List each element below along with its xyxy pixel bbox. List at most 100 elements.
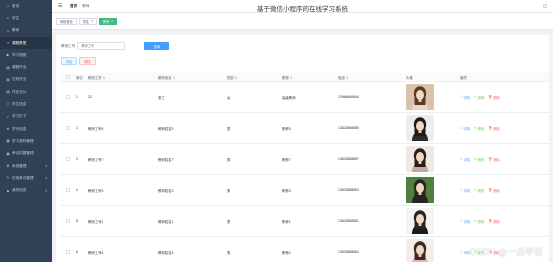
search-button[interactable]: 查询 <box>144 42 170 50</box>
doc-icon: ▤ <box>6 77 10 82</box>
sidebar-item[interactable]: ▤ 在线作业 <box>0 74 52 86</box>
delete-button-label: 删除 <box>493 188 500 193</box>
close-icon[interactable]: × <box>91 19 93 23</box>
teacher-table: 索引 教师工号⇅ 教师姓名⇅ 性别⇅ 职称⇅ 电话⇅ 头像 操作 1 22 张三女高… <box>60 73 549 262</box>
delete-button[interactable]: 🗑 删除 <box>488 157 499 162</box>
sidebar-item-label: 学习视频 <box>12 52 27 57</box>
column-header-no-label: 教师工号 <box>88 75 102 80</box>
sidebar-item[interactable]: ⚙ 系统管理 ▾ <box>0 160 52 172</box>
edit-button[interactable]: ✎ 修改 <box>474 157 484 162</box>
detail-button-label: 详情 <box>463 157 471 162</box>
cell-operations: ☐ 详情 ✎ 修改 🗑 删除 <box>458 188 549 193</box>
sidebar-item[interactable]: ▤ 作业评分 <box>0 86 52 98</box>
sidebar-item[interactable]: ⌂ 首页 <box>0 0 52 12</box>
sidebar-item[interactable]: ▶ 学习视频 <box>0 49 52 61</box>
sidebar-item[interactable]: ☻ 我的信息 ▾ <box>0 184 52 196</box>
detail-icon: ☐ <box>460 126 463 130</box>
select-all-cell <box>60 75 74 79</box>
edit-icon: ✎ <box>474 157 477 161</box>
sidebar-item[interactable]: ✓ 学习打卡 <box>0 111 52 123</box>
column-header-sex-label: 性别 <box>227 75 234 80</box>
exam-icon: ✎ <box>6 176 10 181</box>
chevron-down-icon: ▾ <box>45 164 47 168</box>
cell-teacher-name: 教师姓名3 <box>158 188 174 193</box>
row-checkbox[interactable] <box>66 219 70 223</box>
cell-avatar <box>404 177 458 203</box>
sidebar-item[interactable]: ⓘ 学生信息 <box>0 98 52 110</box>
delete-button-label: 删除 <box>493 95 500 100</box>
person-icon: ☻ <box>6 188 10 193</box>
export-button[interactable]: 导出 <box>61 57 78 65</box>
edit-button[interactable]: ✎ 修改 <box>474 95 484 100</box>
video-icon: ▶ <box>6 53 10 58</box>
delete-icon: 🗑 <box>488 95 493 99</box>
cell-operations: ☐ 详情 ✎ 修改 🗑 删除 <box>458 126 549 131</box>
sidebar-item-label: 学生信息 <box>12 102 27 107</box>
cell-index: 2 <box>76 126 78 130</box>
sidebar-item[interactable]: ▤ 课程作业 <box>0 61 52 73</box>
sort-icon[interactable]: ⇅ <box>103 76 106 80</box>
detail-button[interactable]: ☐ 详情 <box>460 157 470 162</box>
select-all-checkbox[interactable] <box>66 75 70 79</box>
detail-button[interactable]: ☐ 详情 <box>460 126 470 131</box>
detail-button-label: 详情 <box>463 126 471 131</box>
cell-avatar <box>404 146 458 172</box>
table-body: 1 22 张三女高级教师 13966666666 ☐ 详情 ✎ 修改 🗑 删除 2 教师工号5 教师姓名… <box>60 82 549 262</box>
edit-button-label: 修改 <box>477 219 485 224</box>
sidebar-item[interactable]: ✎ 在线考试管理 ▾ <box>0 172 52 184</box>
sidebar-item-label: 学习资料管理 <box>12 138 34 143</box>
column-header-sex[interactable]: 性别⇅ <box>225 75 280 80</box>
edit-button-label: 修改 <box>477 126 485 131</box>
user-icon: ☺ <box>6 28 10 33</box>
search-input[interactable] <box>77 42 126 50</box>
detail-button[interactable]: ☐ 详情 <box>460 188 470 193</box>
column-header-ops: 操作 <box>460 75 467 80</box>
tab-tag[interactable]: 教师 × <box>99 17 118 25</box>
delete-button[interactable]: 🗑 删除 <box>488 126 499 131</box>
delete-button-label: 删除 <box>493 219 500 224</box>
column-header-title-label: 职称 <box>282 75 289 80</box>
batch-delete-button[interactable]: 删除 <box>79 57 96 65</box>
cell-index: 4 <box>76 188 78 192</box>
detail-button[interactable]: ☐ 详情 <box>460 95 470 100</box>
delete-button[interactable]: 🗑 删除 <box>488 219 499 224</box>
row-checkbox[interactable] <box>66 157 70 161</box>
close-icon[interactable]: × <box>111 19 113 23</box>
edit-button[interactable]: ✎ 修改 <box>474 188 484 193</box>
tab-tag[interactable]: 学生 × <box>78 17 97 25</box>
row-checkbox[interactable] <box>66 95 70 99</box>
row-select-cell <box>60 157 74 161</box>
column-header-phone-label: 电话 <box>338 75 345 80</box>
tab-tag[interactable]: 系统首页 <box>56 17 77 25</box>
edit-button[interactable]: ✎ 修改 <box>474 126 484 131</box>
sidebar-item[interactable]: ▣ 学习资料管理 <box>0 135 52 147</box>
avatar <box>406 115 434 141</box>
avatar <box>406 177 434 203</box>
chevron-down-icon: ▾ <box>45 188 47 193</box>
sort-icon[interactable]: ⇅ <box>346 76 349 80</box>
delete-button[interactable]: 🗑 删除 <box>488 188 499 193</box>
sort-icon[interactable]: ⇅ <box>290 76 293 80</box>
delete-icon: 🗑 <box>488 157 493 161</box>
sidebar-item[interactable]: ☺ 教师 <box>0 25 52 37</box>
delete-button[interactable]: 🗑 删除 <box>488 95 499 100</box>
logout-icon[interactable]: ⏻ <box>543 4 547 10</box>
sort-icon[interactable]: ⇅ <box>235 76 238 80</box>
row-checkbox[interactable] <box>66 126 70 130</box>
row-checkbox[interactable] <box>66 188 70 192</box>
column-header-no[interactable]: 教师工号⇅ <box>86 75 156 80</box>
column-header-title[interactable]: 职称⇅ <box>280 75 336 80</box>
sort-icon[interactable]: ⇅ <box>173 76 176 80</box>
column-header-phone[interactable]: 电话⇅ <box>336 75 404 80</box>
detail-button[interactable]: ☐ 详情 <box>460 219 470 224</box>
sidebar-item[interactable]: ★ 学分信息 <box>0 123 52 135</box>
sidebar-item[interactable]: ☺ 学生 <box>0 12 52 24</box>
edit-button[interactable]: ✎ 修改 <box>474 219 484 224</box>
detail-icon: ☐ <box>460 188 463 192</box>
detail-button-label: 详情 <box>463 219 471 224</box>
sidebar-item[interactable]: ≡ 课程类型 <box>0 36 52 50</box>
avatar <box>406 208 434 234</box>
sidebar-item[interactable]: ▣ 考试试题管理 <box>0 148 52 160</box>
row-checkbox[interactable] <box>66 250 70 254</box>
column-header-name[interactable]: 教师姓名⇅ <box>156 75 225 80</box>
